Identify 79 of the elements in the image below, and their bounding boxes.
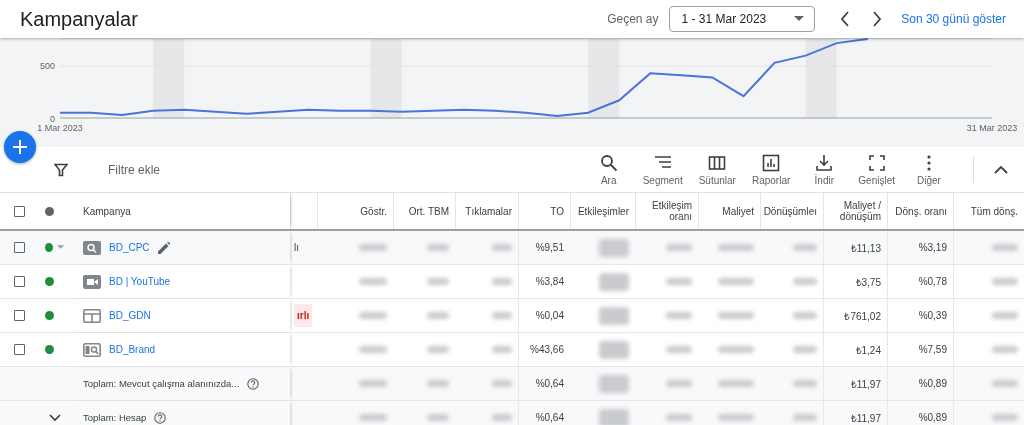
row-checkbox[interactable] (14, 344, 25, 355)
pencil-icon[interactable] (157, 241, 170, 254)
total-label: Toplam: Hesap (83, 412, 147, 423)
toolbar-button[interactable]: Raporlar (745, 151, 797, 188)
fullscreen-icon (867, 153, 886, 172)
table-cell-text: ₺1,24 (855, 343, 881, 357)
column-header[interactable]: TO (550, 205, 564, 217)
column-header[interactable]: Etkileşimler (577, 205, 629, 217)
campaign-link[interactable]: BD_GDN (109, 310, 151, 321)
table-cell-text: ₺3,75 (855, 275, 881, 289)
status-dot-icon (45, 206, 54, 216)
column-header[interactable]: Ort. TBM (408, 205, 449, 217)
search-icon (83, 240, 101, 255)
y-tick-label: 500 (39, 61, 55, 72)
table-cell: %3,19 (918, 242, 947, 253)
bar-chart-icon (762, 153, 781, 172)
table-cell: %0,64 (535, 412, 564, 423)
table-cell-text: ₺761,02 (844, 309, 881, 323)
toolbar-button[interactable]: Ara (584, 151, 633, 188)
row-checkbox[interactable] (14, 276, 25, 287)
table-cell: %0,64 (535, 378, 564, 389)
status-text: ırlı (294, 304, 313, 327)
video-camera-icon (83, 274, 101, 289)
column-header[interactable]: Maliyet / dönüşüm (830, 200, 881, 222)
filter-icon[interactable] (54, 162, 68, 177)
plus-icon (13, 140, 27, 154)
layout-icon (83, 308, 101, 323)
table-cell: %3,84 (535, 276, 564, 287)
status-text: lı (294, 242, 299, 253)
table-cell: %0,04 (535, 310, 564, 321)
column-header[interactable]: Göstr. (360, 205, 387, 217)
table-cell: %0,78 (918, 276, 947, 287)
table-cell-text: ₺11,97 (850, 411, 881, 425)
row-checkbox[interactable] (14, 242, 25, 253)
select-all-checkbox[interactable] (14, 205, 25, 217)
toolbar-button[interactable]: Genişlet (852, 151, 901, 188)
download-icon (815, 153, 834, 172)
y-tick-label: 0 (50, 113, 55, 124)
campaign-link[interactable]: BD_CPC (109, 242, 150, 253)
toolbar-button[interactable]: Segment (636, 151, 689, 188)
table-cell-text: ₺11,13 (850, 241, 881, 255)
page-search-icon (83, 342, 101, 357)
table-cell: %0,89 (918, 412, 947, 423)
date-range-dropdown[interactable]: 1 - 31 Mar 2023 (668, 6, 816, 32)
table-cell: %43,66 (530, 344, 564, 355)
x-tick-label: 31 Mar 2023 (966, 123, 1018, 133)
column-header[interactable]: Tüm dönş. (970, 205, 1018, 217)
table-cell: %7,59 (918, 344, 947, 355)
column-header[interactable]: Etkileşim oranı (642, 200, 692, 222)
collapse-chevron-icon[interactable] (994, 165, 1008, 174)
expand-chevron-icon[interactable] (49, 413, 61, 422)
x-tick-label: 1 Mar 2023 (37, 123, 83, 133)
add-button[interactable] (4, 131, 36, 163)
total-label: Toplam: Mevcut çalışma alanınızda... (83, 378, 240, 389)
more-icon (927, 154, 931, 171)
toolbar-button[interactable]: Sütunlar (692, 151, 742, 188)
filter-field[interactable]: Filtre ekle (108, 162, 160, 177)
search-icon (599, 153, 618, 172)
row-checkbox[interactable] (14, 310, 25, 321)
campaign-link[interactable]: BD | YouTube (109, 276, 171, 287)
column-header[interactable]: Dönş. oranı (895, 205, 947, 217)
help-icon[interactable] (154, 411, 167, 424)
column-header[interactable]: Dönüşümleı (763, 205, 817, 217)
table-cell-text: ₺11,97 (850, 377, 881, 391)
toolbar-button[interactable]: Diğer (905, 151, 953, 188)
dropdown-caret-icon (794, 16, 805, 22)
column-header[interactable]: Tıklamalar (465, 205, 512, 217)
last-30-days-link[interactable]: Son 30 günü göster (901, 12, 1006, 26)
campaign-link[interactable]: BD_Brand (109, 344, 156, 355)
help-icon[interactable] (247, 377, 260, 390)
period-label: Geçen ay (607, 12, 659, 26)
column-header[interactable]: Maliyet (722, 205, 754, 217)
page-title: Kampanyalar (20, 7, 138, 31)
table-cell: %0,39 (918, 310, 947, 321)
columns-icon (708, 153, 727, 172)
table-cell: %9,51 (535, 242, 564, 253)
column-header[interactable]: Kampanya (83, 205, 131, 217)
toolbar-button[interactable]: İndir (800, 151, 849, 188)
table-cell: %0,89 (918, 378, 947, 389)
